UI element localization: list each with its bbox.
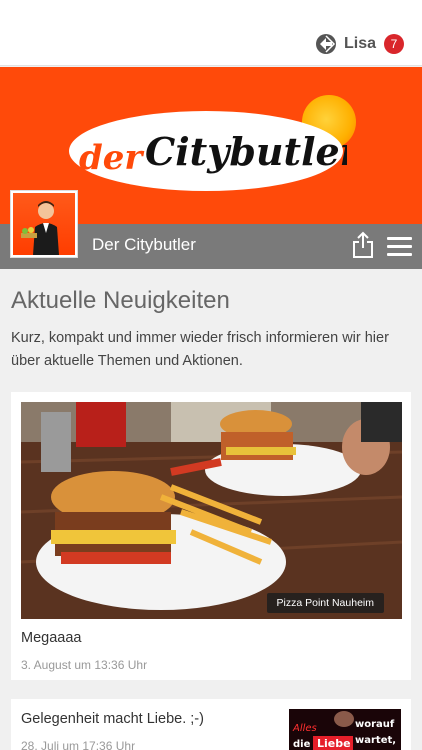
- section-description: Kurz, kompakt und immer wieder frisch in…: [11, 330, 389, 369]
- news-title[interactable]: Gelegenheit macht Liebe. ;-): [21, 711, 204, 727]
- news-image[interactable]: Pizza Point Nauheim: [21, 402, 402, 619]
- news-date: 28. Juli um 17:36 Uhr: [21, 739, 136, 750]
- menu-icon[interactable]: [387, 237, 412, 256]
- page-title: Der Citybutler: [92, 235, 196, 254]
- svg-text:Alles: Alles: [292, 723, 317, 734]
- notification-badge[interactable]: 7: [384, 34, 404, 54]
- svg-text:die: die: [293, 739, 311, 750]
- avatar: [10, 190, 78, 258]
- section-title: Aktuelle Neuigkeiten: [11, 287, 230, 314]
- share-icon[interactable]: [351, 231, 375, 259]
- svg-text:Liebe: Liebe: [317, 737, 351, 750]
- news-card[interactable]: Gelegenheit macht Liebe. ;-) 28. Juli um…: [11, 699, 411, 750]
- svg-text:Citybutler: Citybutler: [145, 129, 347, 174]
- svg-text:worauf: worauf: [355, 719, 395, 730]
- top-bar: Lisa 7: [0, 0, 422, 66]
- burger-photo: [21, 402, 402, 619]
- user-menu[interactable]: Lisa 7: [315, 32, 404, 56]
- news-card[interactable]: Pizza Point Nauheim Megaaaa 3. August um…: [11, 392, 411, 680]
- news-title[interactable]: Megaaaa: [21, 630, 81, 646]
- thumbnail-image: Alles worauf die Liebe wartet,: [289, 709, 401, 750]
- svg-text:der: der: [79, 138, 144, 178]
- citybutler-logo: der Citybutler: [69, 111, 347, 191]
- user-name: Lisa: [343, 35, 376, 52]
- news-thumbnail[interactable]: Alles worauf die Liebe wartet,: [289, 709, 401, 750]
- user-switch-icon: [315, 34, 336, 54]
- butler-avatar-icon: [21, 201, 59, 255]
- news-date: 3. August um 13:36 Uhr: [21, 658, 148, 672]
- svg-text:wartet,: wartet,: [355, 735, 396, 746]
- image-caption: Pizza Point Nauheim: [266, 593, 384, 613]
